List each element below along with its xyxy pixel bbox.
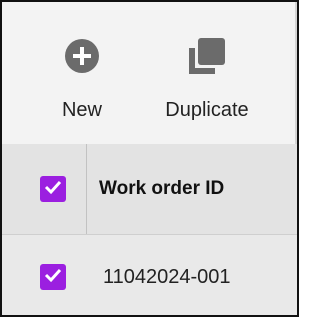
new-button-label: New xyxy=(61,99,102,121)
grid-header-row: Work order ID xyxy=(2,144,297,235)
row-select-checkbox[interactable] xyxy=(40,264,66,290)
command-bar: New Duplicate xyxy=(2,2,297,144)
new-button[interactable]: New xyxy=(52,36,112,122)
copy-icon xyxy=(187,36,227,76)
work-order-id-cell[interactable]: 11042024-001 xyxy=(103,265,231,289)
column-header-work-order-id[interactable]: Work order ID xyxy=(99,177,224,201)
plus-circle-icon xyxy=(62,36,102,76)
table-row[interactable]: 11042024-001 xyxy=(2,235,297,315)
select-all-checkbox[interactable] xyxy=(40,176,66,202)
column-separator[interactable] xyxy=(86,144,87,234)
duplicate-button[interactable]: Duplicate xyxy=(142,36,272,122)
work-order-grid-panel: New Duplicate Work order ID 11042024-001 xyxy=(0,0,299,317)
duplicate-button-label: Duplicate xyxy=(165,99,249,121)
toolbar-divider xyxy=(295,2,297,144)
checkmark-icon xyxy=(43,265,63,290)
checkmark-icon xyxy=(43,177,63,202)
